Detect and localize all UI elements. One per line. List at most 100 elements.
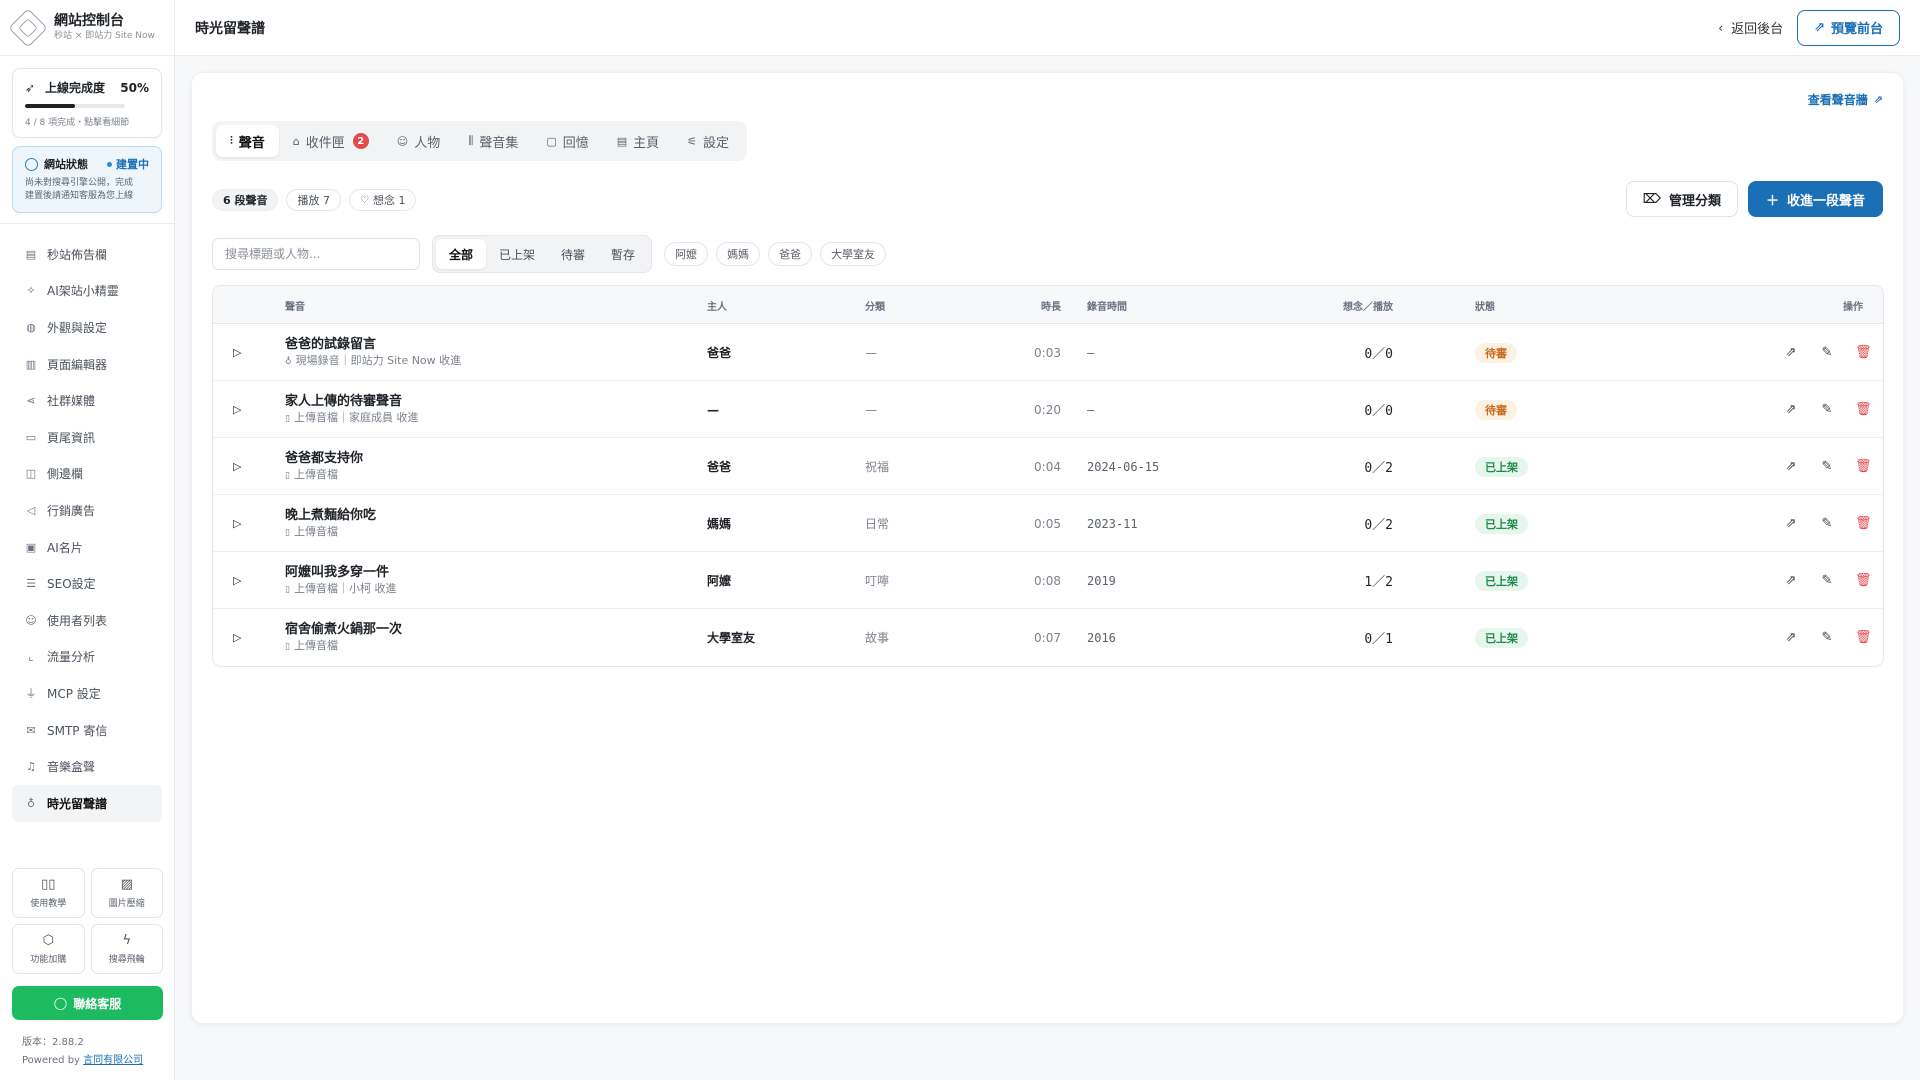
card-icon: ▭ (25, 430, 37, 444)
table-row: ▷ 爸爸都支持你 ▯ 上傳音檔 爸爸 祝福 0:04 2024-06-15 0／2 已上架 ⇗ ✎ 🗑 (213, 438, 1883, 495)
tool-button-1[interactable]: ▨ 圖片壓縮 (90, 868, 163, 918)
external-link-icon[interactable]: ⇗ (1783, 345, 1799, 360)
voice-source: 上傳音檔 (293, 638, 338, 652)
edit-pencil-icon[interactable]: ✎ (1819, 573, 1835, 588)
tab-2[interactable]: ☺ 人物 (383, 125, 454, 157)
voice-subtitle: ▯ 上傳音檔 (285, 524, 376, 541)
sidebar-item-11[interactable]: ⌞ 流量分析 (0, 639, 174, 676)
tab-0[interactable]: ⫶ 聲音 (216, 125, 279, 157)
play-icon[interactable]: ▷ (233, 574, 241, 587)
chat-icon: ◯ (53, 996, 68, 1010)
sidebar-item-13[interactable]: ✉ SMTP 寄信 (0, 712, 174, 749)
sidebar-item-10[interactable]: ☺ 使用者列表 (0, 602, 174, 639)
status-filter-0[interactable]: 全部 (436, 239, 487, 269)
sidebar-item-label: 流量分析 (47, 650, 96, 665)
file-audio-icon: ▯ (285, 584, 290, 595)
sidebar-item-2[interactable]: ◍ 外觀與設定 (0, 309, 174, 346)
tab-3[interactable]: ⫼ 聲音集 (454, 125, 532, 157)
sidebar-item-8[interactable]: ▣ AI名片 (0, 529, 174, 566)
launch-progress-card[interactable]: ➶ 上線完成度 50% 4 / 8 項完成・點擊看細節 (12, 68, 162, 138)
sidebar-item-4[interactable]: ⋖ 社群媒體 (0, 382, 174, 419)
ops-cell: ⇗ ✎ 🗑 (1783, 438, 1872, 495)
owner-cell: 爸爸 (707, 346, 732, 360)
ops-cell: ⇗ ✎ 🗑 (1783, 324, 1872, 381)
edit-pencil-icon[interactable]: ✎ (1819, 402, 1835, 417)
edit-pencil-icon[interactable]: ✎ (1819, 516, 1835, 531)
section-tabs: ⫶ 聲音 ⌂ 收件匣 2 ☺ 人物 ⫼ 聲音集 ▢ 回憶 ▤ 主頁 ⚟ 設定 (212, 121, 748, 161)
person-filter-chip[interactable]: 爸爸 (768, 242, 813, 266)
plug-icon: ⏚ (25, 687, 37, 701)
play-icon[interactable]: ▷ (233, 403, 241, 416)
external-link-icon[interactable]: ⇗ (1783, 630, 1799, 645)
status-cell: 待審 (1475, 381, 1517, 438)
person-filter-chip[interactable]: 阿嬤 (664, 242, 709, 266)
company-link[interactable]: 言同有限公司 (83, 1055, 143, 1066)
image-icon: ▨ (120, 877, 133, 892)
edit-pencil-icon[interactable]: ✎ (1819, 459, 1835, 474)
sidebar-item-6[interactable]: ◫ 側邊欄 (0, 456, 174, 493)
tab-label: 人物 (414, 135, 441, 151)
sidebar-item-9[interactable]: ☰ SEO設定 (0, 565, 174, 602)
play-icon[interactable]: ▷ (233, 631, 241, 644)
launch-progress-fill (25, 104, 75, 108)
play-icon[interactable]: ▷ (233, 460, 241, 473)
view-voice-wall-link[interactable]: 查看聲音牆 ⇗ (1808, 91, 1883, 108)
sidebar-item-12[interactable]: ⏚ MCP 設定 (0, 675, 174, 712)
manage-categories-button[interactable]: ⌦ 管理分類 (1625, 181, 1738, 217)
sidebar-item-5[interactable]: ▭ 頁尾資訊 (0, 419, 174, 456)
sidebar-item-15[interactable]: ♁ 時光留聲譜 (12, 784, 162, 822)
person-filter-chip[interactable]: 大學室友 (820, 242, 887, 266)
trash-icon[interactable]: 🗑 (1855, 630, 1872, 645)
sidebar-item-label: 外觀與設定 (47, 320, 108, 335)
sidebar-item-label: AI架站小精靈 (47, 284, 119, 299)
tool-button-0[interactable]: ▯▯ 使用教學 (12, 868, 85, 918)
sidebar-item-7[interactable]: ◁ 行銷廣告 (0, 492, 174, 529)
collect-voice-button[interactable]: ＋ 收進一段聲音 (1747, 181, 1883, 217)
status-cell: 已上架 (1475, 552, 1528, 609)
edit-pencil-icon[interactable]: ✎ (1819, 345, 1835, 360)
contact-support-button[interactable]: ◯ 聯絡客服 (12, 986, 163, 1020)
trash-icon[interactable]: 🗑 (1855, 402, 1872, 417)
external-link-icon[interactable]: ⇗ (1783, 402, 1799, 417)
trash-icon[interactable]: 🗑 (1855, 345, 1872, 360)
search-input[interactable] (212, 238, 420, 270)
sidebar-item-1[interactable]: ✧ AI架站小精靈 (0, 273, 174, 310)
external-link-icon[interactable]: ⇗ (1783, 459, 1799, 474)
brand[interactable]: 網站控制台 秒站 × 即站力 Site Now (0, 0, 174, 56)
sidebar-item-14[interactable]: ♫ 音樂盒聲 (0, 748, 174, 785)
table-row: ▷ 家人上傳的待審聲音 ▯ 上傳音檔｜家庭成員 收進 — —0:20—0／0 待審 ⇗ ✎ 🗑 (213, 381, 1883, 438)
sidebar-item-3[interactable]: ▥ 頁面編輯器 (0, 346, 174, 383)
preview-frontend-button[interactable]: ⇗ 預覽前台 (1797, 9, 1900, 46)
play-icon[interactable]: ▷ (233, 517, 241, 530)
trash-icon[interactable]: 🗑 (1855, 459, 1872, 474)
tab-4[interactable]: ▢ 回憶 (532, 125, 602, 157)
tab-1[interactable]: ⌂ 收件匣 2 (279, 125, 383, 157)
plus-icon: ＋ (1765, 193, 1779, 209)
status-dot-icon (107, 161, 112, 167)
person-filter-chip[interactable]: 媽媽 (716, 242, 761, 266)
brand-subtitle: 秒站 × 即站力 Site Now (54, 30, 155, 41)
layout-icon: ▥ (25, 357, 37, 371)
mic-icon: ♁ (26, 796, 36, 810)
external-link-icon[interactable]: ⇗ (1783, 516, 1799, 531)
tab-6[interactable]: ⚟ 設定 (673, 125, 743, 157)
stats-chips: 6 段聲音 播放 7 ♡ 想念 1 (212, 189, 417, 211)
status-badge: 待審 (1475, 342, 1517, 363)
trash-icon[interactable]: 🗑 (1855, 573, 1872, 588)
status-filter-3[interactable]: 暫存 (598, 239, 648, 269)
status-filter-1[interactable]: 已上架 (486, 239, 548, 269)
status-filter-2[interactable]: 待審 (548, 239, 598, 269)
version-text: 版本：2.88.2 (22, 1037, 84, 1048)
tool-button-2[interactable]: ⬡ 功能加購 (12, 924, 85, 974)
sidebar-item-0[interactable]: ▤ 秒站佈告欄 (0, 236, 174, 273)
tab-5[interactable]: ▤ 主頁 (603, 125, 673, 157)
voice-subtitle: ▯ 上傳音檔 (285, 467, 363, 484)
external-link-icon[interactable]: ⇗ (1783, 573, 1799, 588)
play-icon[interactable]: ▷ (233, 346, 241, 359)
voice-cell: 爸爸都支持你 ▯ 上傳音檔 (285, 438, 363, 495)
tool-button-3[interactable]: ϟ 搜尋飛輪 (90, 924, 163, 974)
trash-icon[interactable]: 🗑 (1855, 516, 1872, 531)
edit-pencil-icon[interactable]: ✎ (1819, 630, 1835, 645)
site-status-card[interactable]: 網站狀態 建置中 尚未對搜尋引擎公開，完成 建置後請通知客服為您上線 (12, 146, 162, 213)
back-to-admin-link[interactable]: ‹ 返回後台 (1718, 18, 1783, 38)
